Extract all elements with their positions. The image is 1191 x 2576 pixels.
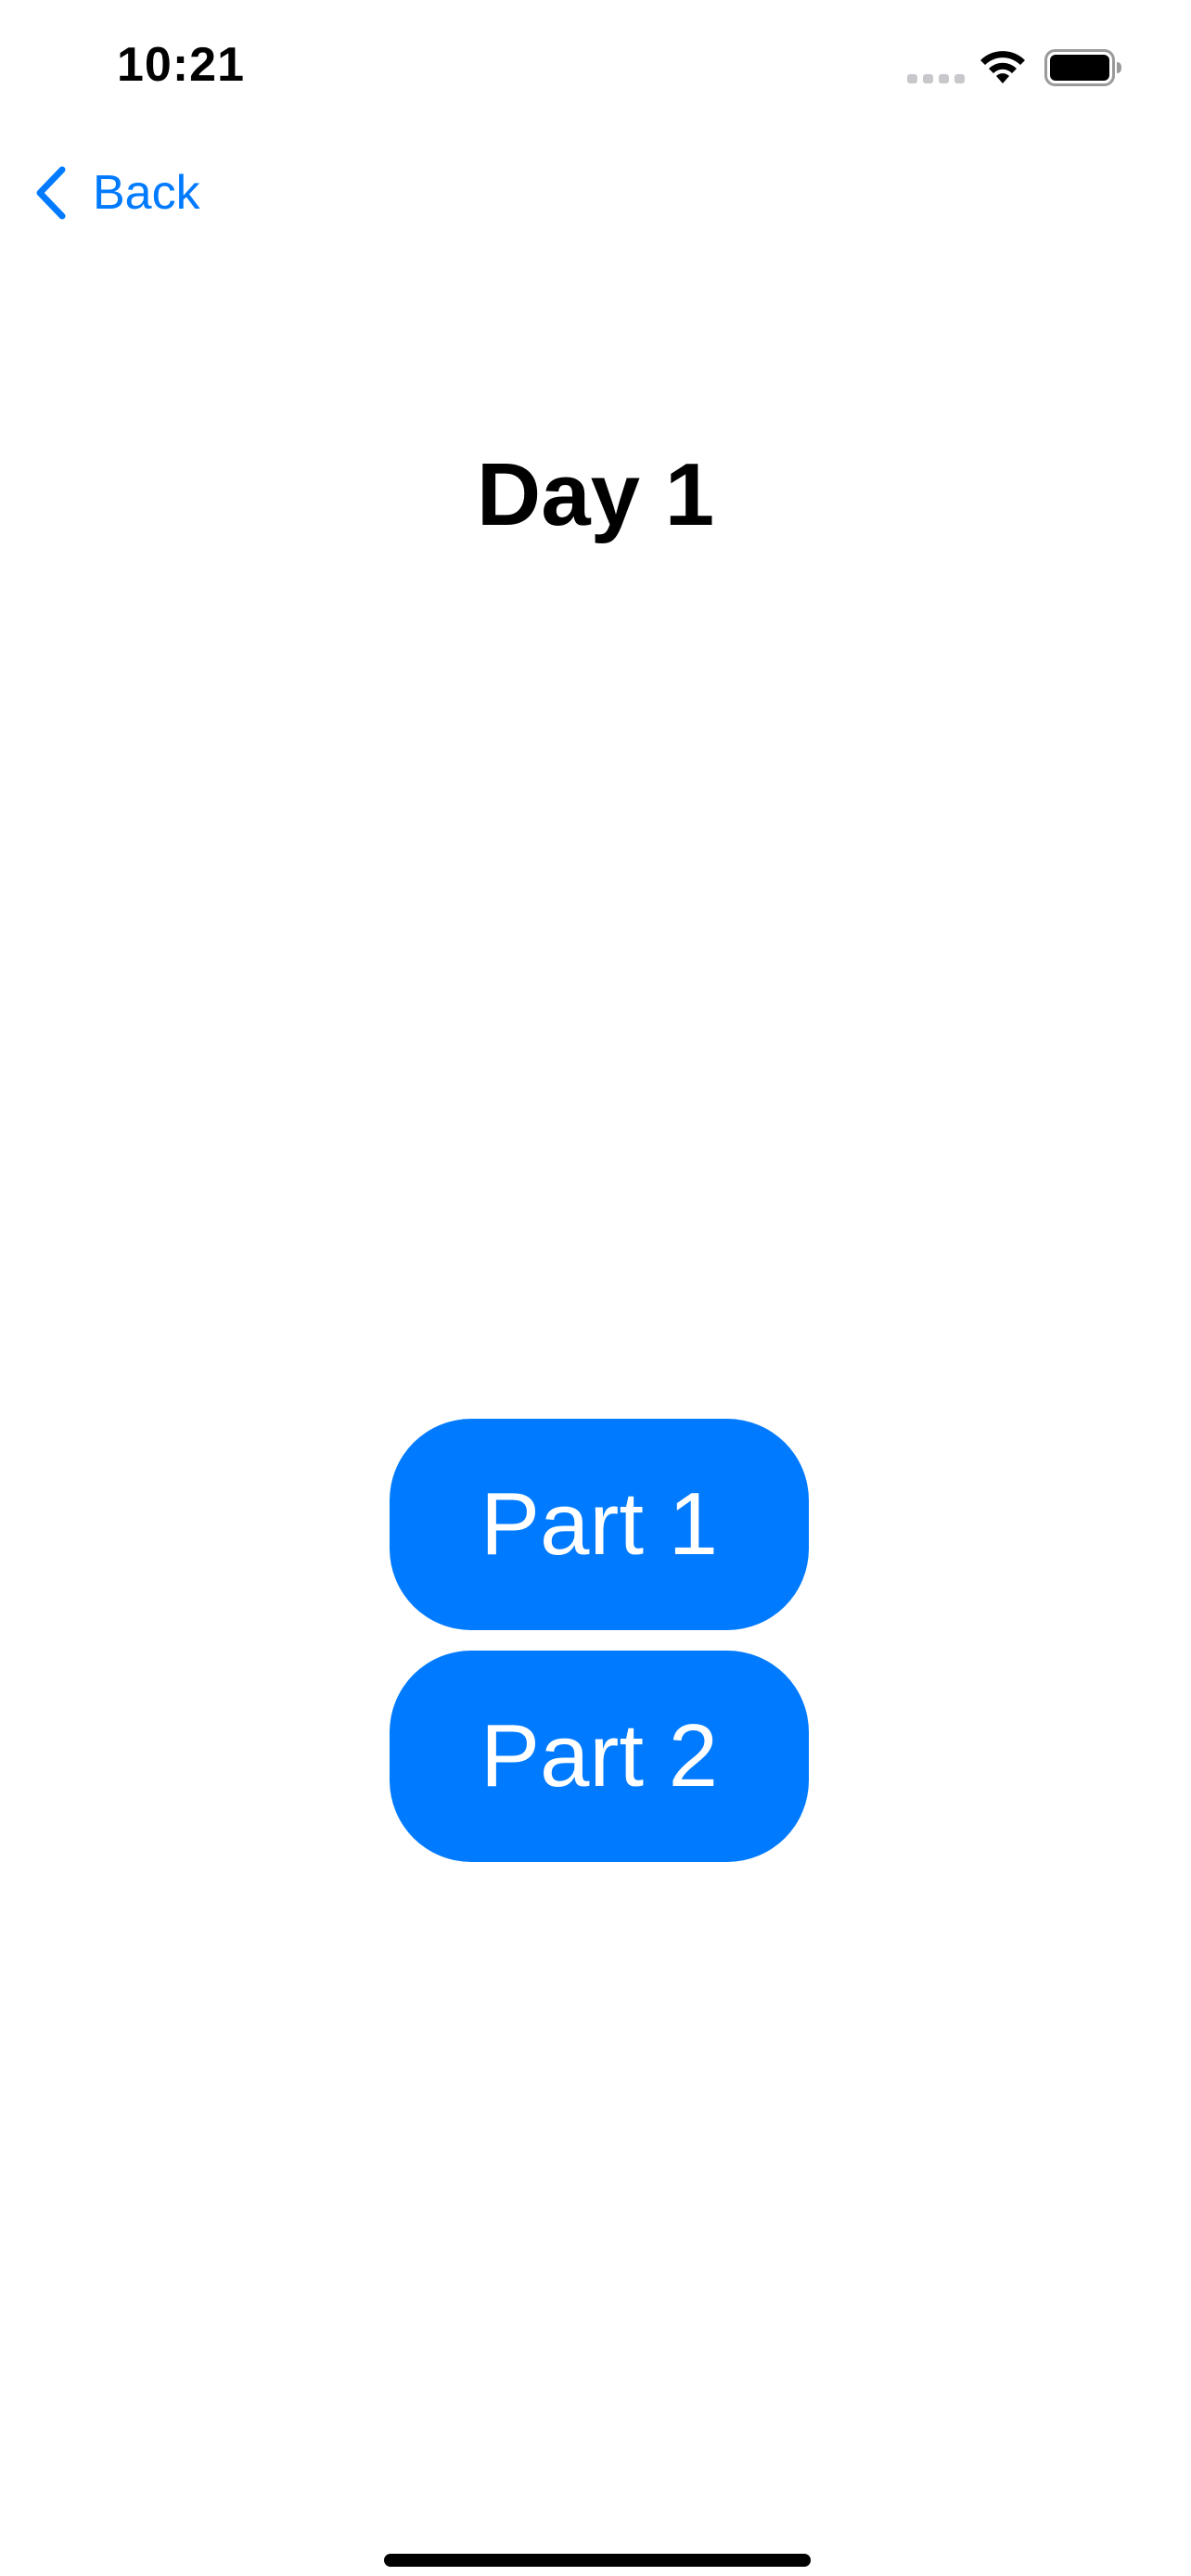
- page-title: Day 1: [476, 445, 715, 544]
- part-2-button[interactable]: Part 2: [390, 1651, 809, 1862]
- status-time: 10:21: [117, 38, 245, 92]
- cellular-signal-icon: [907, 74, 965, 83]
- wifi-icon: [980, 51, 1025, 83]
- part-1-button[interactable]: Part 1: [390, 1419, 809, 1630]
- chevron-left-icon: [36, 166, 66, 220]
- status-bar: 10:21: [0, 0, 1191, 139]
- back-label: Back: [93, 166, 200, 220]
- battery-icon: [1044, 49, 1121, 86]
- home-indicator[interactable]: [384, 2554, 811, 2567]
- back-button[interactable]: Back: [33, 163, 200, 223]
